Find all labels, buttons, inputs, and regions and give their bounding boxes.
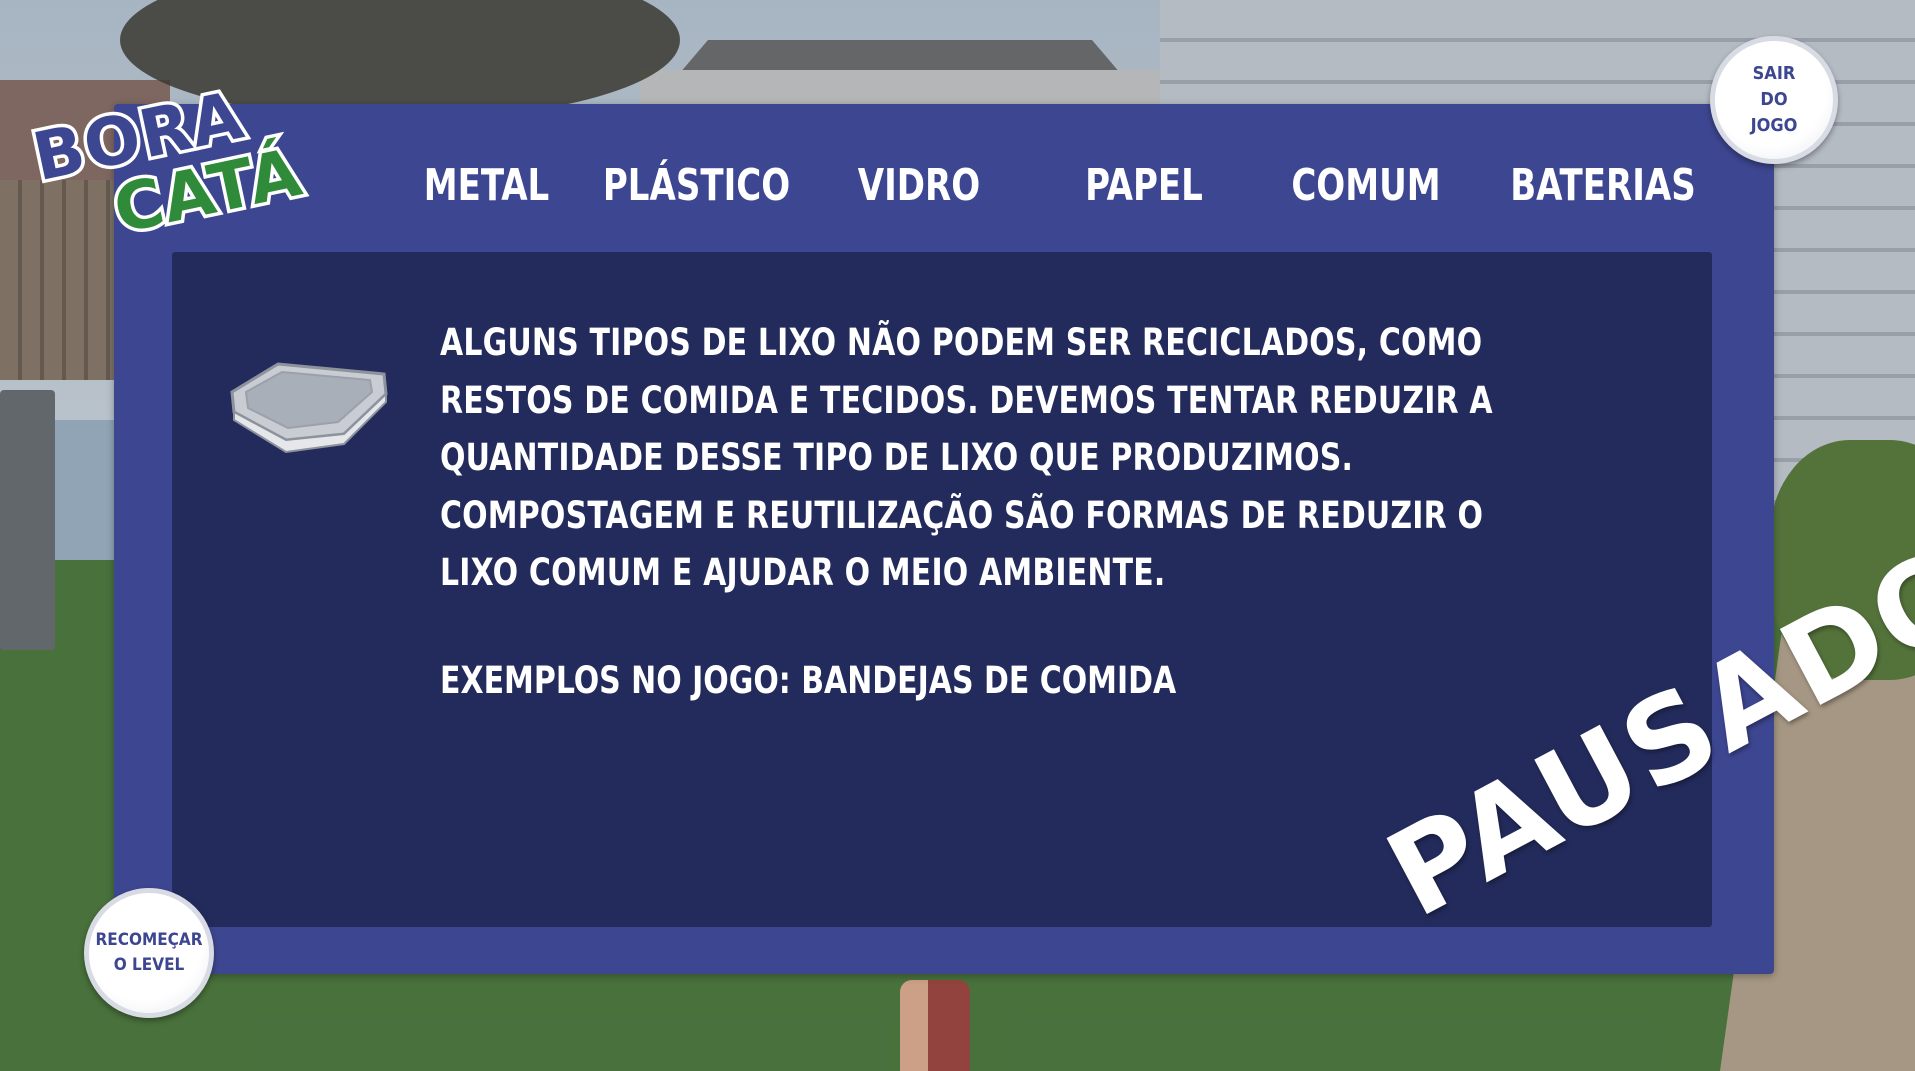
food-tray-icon — [226, 352, 392, 462]
exit-game-label: SAIR DO JOGO — [1750, 63, 1798, 136]
tab-plastico[interactable]: PLÁSTICO — [600, 146, 794, 226]
category-examples: Exemplos no jogo: bandejas de comida — [440, 659, 1177, 702]
exit-game-button[interactable]: SAIR DO JOGO — [1710, 36, 1838, 164]
bora-cata-logo: BORA CATÁ — [23, 73, 324, 252]
category-description: Alguns tipos de lixo não podem ser recic… — [440, 321, 1493, 594]
tab-baterias[interactable]: BATERIAS — [1504, 146, 1702, 226]
tab-papel[interactable]: PAPEL — [1067, 146, 1222, 226]
restart-level-button[interactable]: RECOMEÇAR O LEVEL — [84, 888, 214, 1018]
restart-level-label: RECOMEÇAR O LEVEL — [95, 930, 203, 975]
tab-vidro[interactable]: VIDRO — [842, 146, 997, 226]
tab-comum[interactable]: COMUM — [1280, 146, 1452, 226]
category-tabs: METAL PLÁSTICO VIDRO PAPEL COMUM BATERIA… — [394, 146, 1754, 226]
tab-metal[interactable]: METAL — [407, 146, 566, 226]
